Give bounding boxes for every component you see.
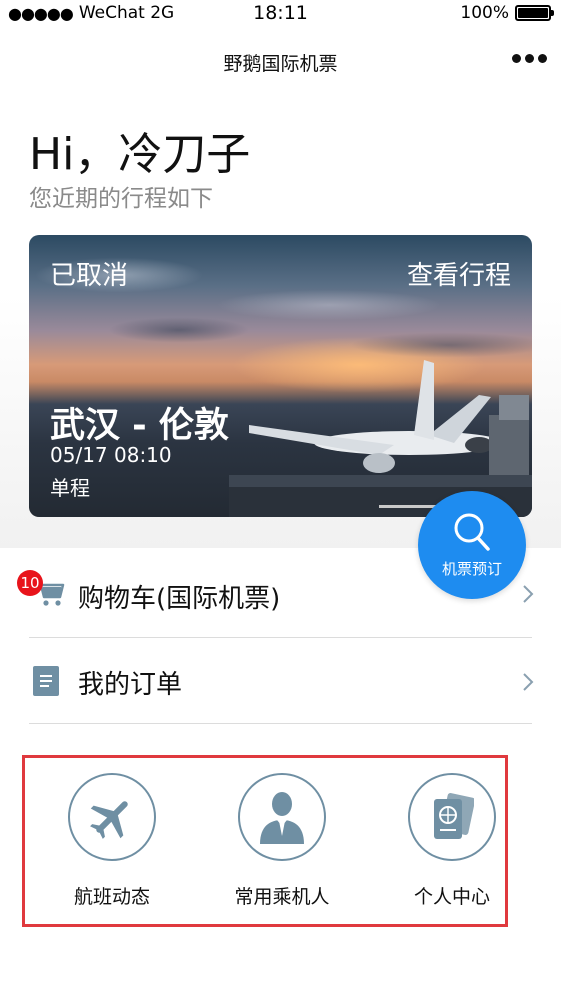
cart-row[interactable]: 购物车(国际机票): [29, 552, 534, 638]
search-icon: [454, 513, 490, 551]
navigation-bar: 野鹅国际机票: [0, 36, 561, 88]
quick-links-panel: 航班动态 常用乘机人 个人中心: [22, 755, 508, 927]
trip-type: 单程: [50, 476, 90, 500]
flight-status-label: 航班动态: [73, 886, 150, 908]
battery-percent: 100%: [460, 3, 509, 23]
battery-fill: [518, 8, 548, 18]
personal-center-link[interactable]: 个人中心: [382, 773, 522, 909]
personal-center-icon-circle: [408, 773, 496, 861]
flight-status-link[interactable]: 航班动态: [42, 773, 182, 909]
battery-info: 100%: [460, 3, 554, 23]
orders-label: 我的订单: [78, 670, 183, 700]
trip-route: 武汉 - 伦敦: [50, 406, 229, 446]
cart-label: 购物车(国际机票): [78, 584, 281, 614]
chevron-right-icon: [523, 673, 534, 691]
page-title: 野鹅国际机票: [223, 53, 338, 75]
trip-card[interactable]: 已取消 查看行程 武汉 - 伦敦 05/17 08:10 单程: [29, 235, 532, 517]
chevron-right-icon: [523, 585, 534, 603]
flight-status-icon-circle: [68, 773, 156, 861]
frequent-passengers-link[interactable]: 常用乘机人: [212, 773, 352, 909]
status-bar: ●●●●● WeChat 2G 18:11 100%: [0, 0, 561, 28]
view-itinerary-link[interactable]: 查看行程: [407, 255, 511, 292]
greeting-title: Hi，冷刀子: [29, 129, 251, 180]
trip-datetime: 05/17 08:10: [50, 443, 172, 467]
battery-icon: [515, 5, 554, 21]
personal-center-label: 个人中心: [413, 886, 490, 908]
document-icon: [33, 666, 59, 696]
person-icon: [260, 792, 304, 844]
more-dots-icon[interactable]: [512, 54, 547, 63]
orders-row[interactable]: 我的订单: [29, 638, 534, 724]
frequent-passengers-icon-circle: [238, 773, 326, 861]
passport-icon: [434, 793, 474, 839]
cart-count-badge: 10: [17, 570, 43, 596]
greeting-subtitle: 您近期的行程如下: [29, 186, 213, 212]
plane-icon: [90, 801, 128, 839]
frequent-passengers-label: 常用乘机人: [234, 886, 330, 908]
trip-status: 已取消: [50, 261, 129, 291]
